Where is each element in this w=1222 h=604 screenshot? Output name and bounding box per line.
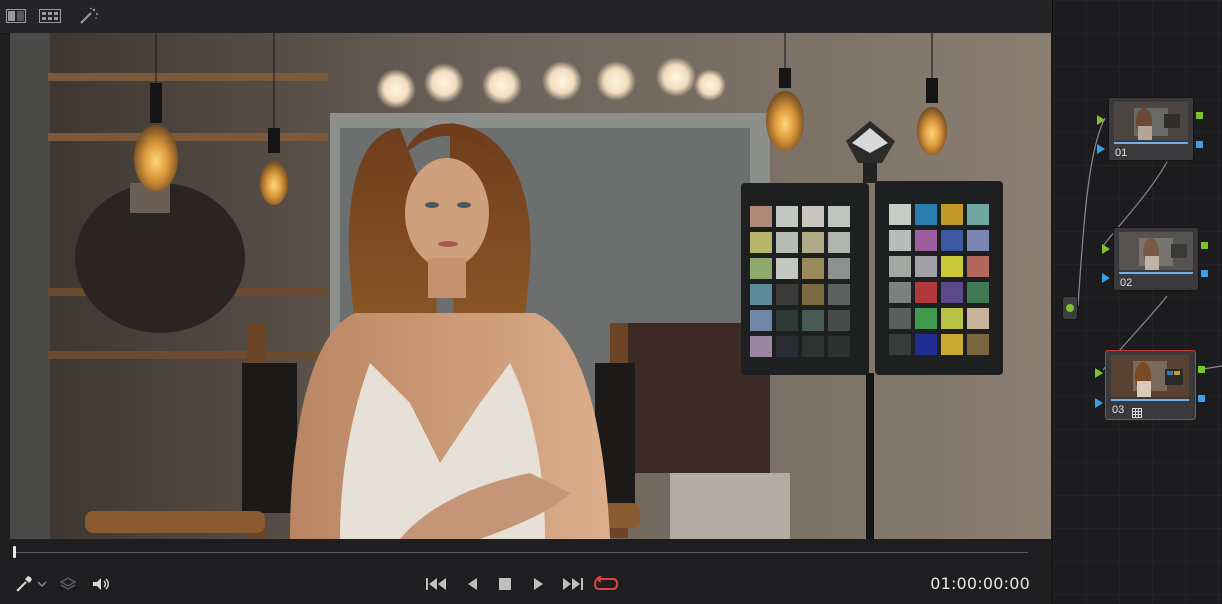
layers-icon[interactable] bbox=[56, 573, 80, 595]
timeline-scrubber[interactable] bbox=[0, 540, 1052, 564]
node-03[interactable]: 03 bbox=[1105, 350, 1196, 420]
viewer-toolbar bbox=[0, 0, 1052, 34]
node-03-thumbnail bbox=[1111, 355, 1189, 397]
node-01-alpha-input-icon[interactable] bbox=[1097, 141, 1105, 159]
node-03-rgb-input-icon[interactable] bbox=[1095, 365, 1103, 383]
node-02-alpha-input-icon[interactable] bbox=[1102, 270, 1110, 288]
split-view-icon[interactable] bbox=[5, 7, 27, 25]
node-03-rgb-output-icon[interactable] bbox=[1198, 366, 1205, 373]
node-03-alpha-input-icon[interactable] bbox=[1095, 395, 1103, 413]
transport-bar: 01:00:00:00 bbox=[0, 564, 1052, 604]
node-03-label: 03 bbox=[1112, 404, 1125, 416]
node-02-status-bar bbox=[1119, 272, 1193, 274]
chevron-down-icon[interactable] bbox=[34, 573, 50, 595]
skip-to-start-icon[interactable] bbox=[424, 573, 448, 595]
scrubber-track[interactable] bbox=[14, 552, 1028, 553]
node-02[interactable]: 02 bbox=[1113, 227, 1199, 291]
node-graph-panel[interactable]: 01 02 03 bbox=[1053, 0, 1222, 604]
node-01-status-bar bbox=[1114, 142, 1188, 144]
speaker-icon[interactable] bbox=[89, 573, 113, 595]
play-reverse-icon[interactable] bbox=[460, 573, 484, 595]
node-connections bbox=[1077, 117, 1222, 371]
video-frame-image bbox=[10, 33, 1051, 539]
magic-wand-icon[interactable] bbox=[78, 7, 100, 25]
node-01-rgb-input-icon[interactable] bbox=[1097, 112, 1105, 130]
node-01-thumbnail bbox=[1114, 102, 1188, 140]
node-01[interactable]: 01 bbox=[1108, 97, 1194, 161]
node-02-label: 02 bbox=[1120, 277, 1133, 289]
node-02-alpha-output-icon[interactable] bbox=[1201, 270, 1208, 277]
node-03-alpha-output-icon[interactable] bbox=[1198, 395, 1205, 402]
node-01-label: 01 bbox=[1115, 147, 1128, 159]
loop-icon[interactable] bbox=[594, 573, 618, 595]
eyedropper-icon[interactable] bbox=[12, 573, 36, 595]
node-02-rgb-input-icon[interactable] bbox=[1102, 241, 1110, 259]
grid-icon bbox=[1132, 405, 1142, 423]
node-02-thumbnail bbox=[1119, 232, 1193, 270]
stop-icon[interactable] bbox=[493, 573, 517, 595]
gallery-grid-icon[interactable] bbox=[39, 7, 61, 25]
video-viewer[interactable] bbox=[10, 33, 1051, 539]
node-02-rgb-output-icon[interactable] bbox=[1201, 242, 1208, 249]
node-01-alpha-output-icon[interactable] bbox=[1196, 141, 1203, 148]
source-input-node[interactable] bbox=[1062, 296, 1078, 320]
node-03-status-bar bbox=[1111, 399, 1189, 401]
playhead-handle[interactable] bbox=[13, 546, 16, 558]
play-icon[interactable] bbox=[527, 573, 551, 595]
node-01-rgb-output-icon[interactable] bbox=[1196, 112, 1203, 119]
timecode-display: 01:00:00:00 bbox=[930, 574, 1030, 593]
viewer-panel: 01:00:00:00 bbox=[0, 0, 1053, 604]
skip-to-end-icon[interactable] bbox=[561, 573, 585, 595]
